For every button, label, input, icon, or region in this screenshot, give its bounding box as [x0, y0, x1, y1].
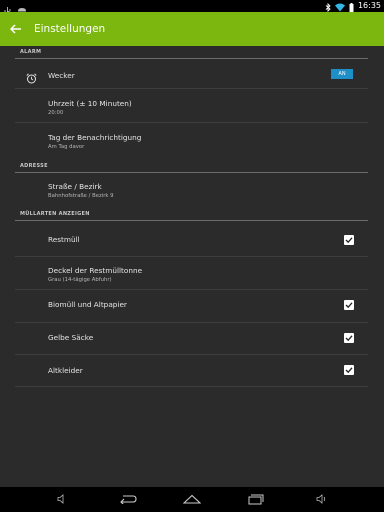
section-divider: [15, 58, 368, 59]
gelbe-saecke-row[interactable]: Gelbe Säcke: [15, 323, 368, 356]
biomuell-title: Biomüll und Altpapier: [48, 300, 127, 309]
gelbe-title: Gelbe Säcke: [48, 333, 94, 342]
restmuell-row[interactable]: Restmüll: [15, 223, 368, 256]
biomuell-checkbox[interactable]: [344, 300, 354, 310]
volume-down-icon[interactable]: [55, 492, 69, 506]
checkmark-icon: [345, 367, 353, 374]
volume-up-icon[interactable]: [315, 492, 329, 506]
section-header-alarm: ALARM: [20, 49, 42, 55]
checkmark-icon: [345, 237, 353, 244]
wecker-toggle[interactable]: AN: [331, 69, 353, 79]
back-icon[interactable]: [117, 492, 139, 506]
arrow-back-icon[interactable]: [2, 12, 30, 46]
gelbe-checkbox[interactable]: [344, 333, 354, 343]
navigation-bar: [0, 487, 384, 512]
page-title: Einstellungen: [34, 23, 106, 35]
uhrzeit-title: Uhrzeit (± 10 Minuten): [48, 99, 132, 108]
checkmark-icon: [345, 302, 353, 309]
strasse-summary: Bahnhofstraße / Bezirk 9: [48, 193, 114, 199]
deckel-title: Deckel der Restmülltonne: [48, 266, 143, 275]
biomuell-row[interactable]: Biomüll und Altpapier: [15, 290, 368, 323]
status-clock: 16:35: [357, 1, 381, 10]
settings-list: ALARM Wecker AN Uhrzeit (± 10 Minuten) 2…: [0, 46, 384, 487]
altkleider-title: Altkleider: [48, 366, 83, 375]
action-bar: Einstellungen: [0, 12, 384, 46]
wecker-row[interactable]: Wecker AN: [15, 61, 368, 88]
home-icon[interactable]: [181, 492, 203, 506]
status-bar: 16:35: [0, 0, 384, 16]
strasse-bezirk-row[interactable]: Straße / Bezirk Bahnhofstraße / Bezirk 9: [15, 173, 368, 206]
checkmark-icon: [345, 335, 353, 342]
uhrzeit-summary: 20:00: [48, 110, 64, 116]
section-divider: [15, 220, 368, 221]
row-divider: [15, 386, 368, 387]
restmuell-title: Restmüll: [48, 235, 80, 244]
strasse-title: Straße / Bezirk: [48, 182, 102, 191]
tag-title: Tag der Benachrichtigung: [48, 133, 142, 142]
altkleider-row[interactable]: Altkleider: [15, 355, 368, 388]
restmuell-checkbox[interactable]: [344, 235, 354, 245]
section-header-muellarten: MÜLLARTEN ANZEIGEN: [20, 211, 90, 217]
deckel-row[interactable]: Deckel der Restmülltonne Grau (14-tägige…: [15, 257, 368, 293]
tag-summary: Am Tag davor: [48, 144, 85, 150]
alarm-clock-icon: [26, 69, 37, 88]
tag-benachrichtigung-row[interactable]: Tag der Benachrichtigung Am Tag davor: [15, 123, 368, 156]
section-header-adresse: ADRESSE: [20, 163, 48, 169]
recents-icon[interactable]: [246, 492, 266, 506]
altkleider-checkbox[interactable]: [344, 365, 354, 375]
uhrzeit-row[interactable]: Uhrzeit (± 10 Minuten) 20:00: [15, 89, 368, 121]
deckel-summary: Grau (14-tägige Abfuhr): [48, 277, 112, 283]
wecker-title: Wecker: [48, 71, 75, 80]
